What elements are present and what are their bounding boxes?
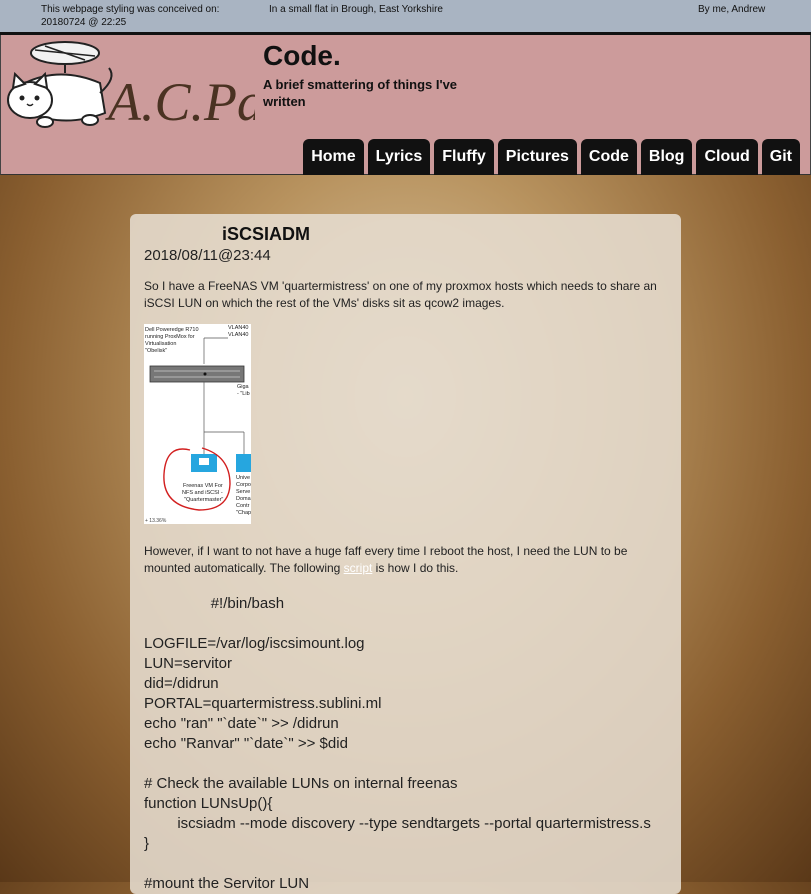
other-vm-icon bbox=[236, 454, 251, 472]
nav-code[interactable]: Code bbox=[580, 139, 637, 175]
main-nav: Home Lyrics Fluffy Pictures Code Blog Cl… bbox=[303, 139, 800, 175]
nav-git[interactable]: Git bbox=[761, 139, 800, 175]
diagram-vlan1: VLAN40 bbox=[228, 325, 249, 331]
post-title: iSCSIADM bbox=[222, 224, 311, 244]
top-info-bar: This webpage styling was conceived on: 2… bbox=[0, 0, 811, 35]
nav-home[interactable]: Home bbox=[303, 139, 364, 175]
code-block: #!/bin/bash LOGFILE=/var/log/iscsimount.… bbox=[144, 595, 651, 892]
conceived-label: This webpage styling was conceived on: bbox=[41, 4, 220, 15]
logo-text: A.C.Patt bbox=[105, 72, 255, 132]
location-text: In a small flat in Brough, East Yorkshir… bbox=[269, 4, 443, 15]
nav-blog[interactable]: Blog bbox=[640, 139, 693, 175]
cat-icon bbox=[7, 41, 113, 128]
site-header: A.C.Patt Code. A brief smattering of thi… bbox=[0, 35, 811, 175]
author-text: By me, Andrew bbox=[698, 4, 766, 15]
post-intro: So I have a FreeNAS VM 'quartermistress'… bbox=[144, 279, 657, 310]
nav-pictures[interactable]: Pictures bbox=[497, 139, 577, 175]
server-rack-icon bbox=[149, 365, 245, 383]
nav-lyrics[interactable]: Lyrics bbox=[367, 139, 431, 175]
script-link[interactable]: script bbox=[344, 561, 373, 575]
site-subtitle: A brief smattering of things I've writte… bbox=[263, 77, 458, 109]
post-outro: However, if I want to not have a huge fa… bbox=[144, 543, 668, 577]
outro-text-after: is how I do this. bbox=[372, 561, 459, 575]
diagram-server-label: Dell Poweredge R710 running ProxMox for … bbox=[145, 327, 200, 354]
diagram-giga: Giga - "Lib bbox=[237, 384, 250, 397]
nav-fluffy[interactable]: Fluffy bbox=[434, 139, 494, 175]
diagram-vm-label: Freenas VM For NFS and iSCSI - "Quarterm… bbox=[182, 483, 224, 503]
diagram-vlan2: VLAN40 bbox=[228, 332, 249, 338]
diagram-other-label: Unive Corpo Serve Doma Contr "Chap bbox=[236, 475, 251, 516]
nav-cloud[interactable]: Cloud bbox=[696, 139, 758, 175]
conceived-date: 20180724 @ 22:25 bbox=[41, 17, 127, 28]
post-card: iSCSIADM 2018/08/11@23:44 So I have a Fr… bbox=[130, 214, 681, 894]
post-date: 2018/08/11@23:44 bbox=[144, 247, 271, 264]
diagram-zoom: + 13.36% bbox=[145, 518, 167, 524]
network-diagram-image[interactable]: Dell Poweredge R710 running ProxMox for … bbox=[144, 324, 251, 524]
cat-logo[interactable]: A.C.Patt bbox=[5, 38, 255, 138]
site-title: Code. bbox=[263, 40, 341, 71]
